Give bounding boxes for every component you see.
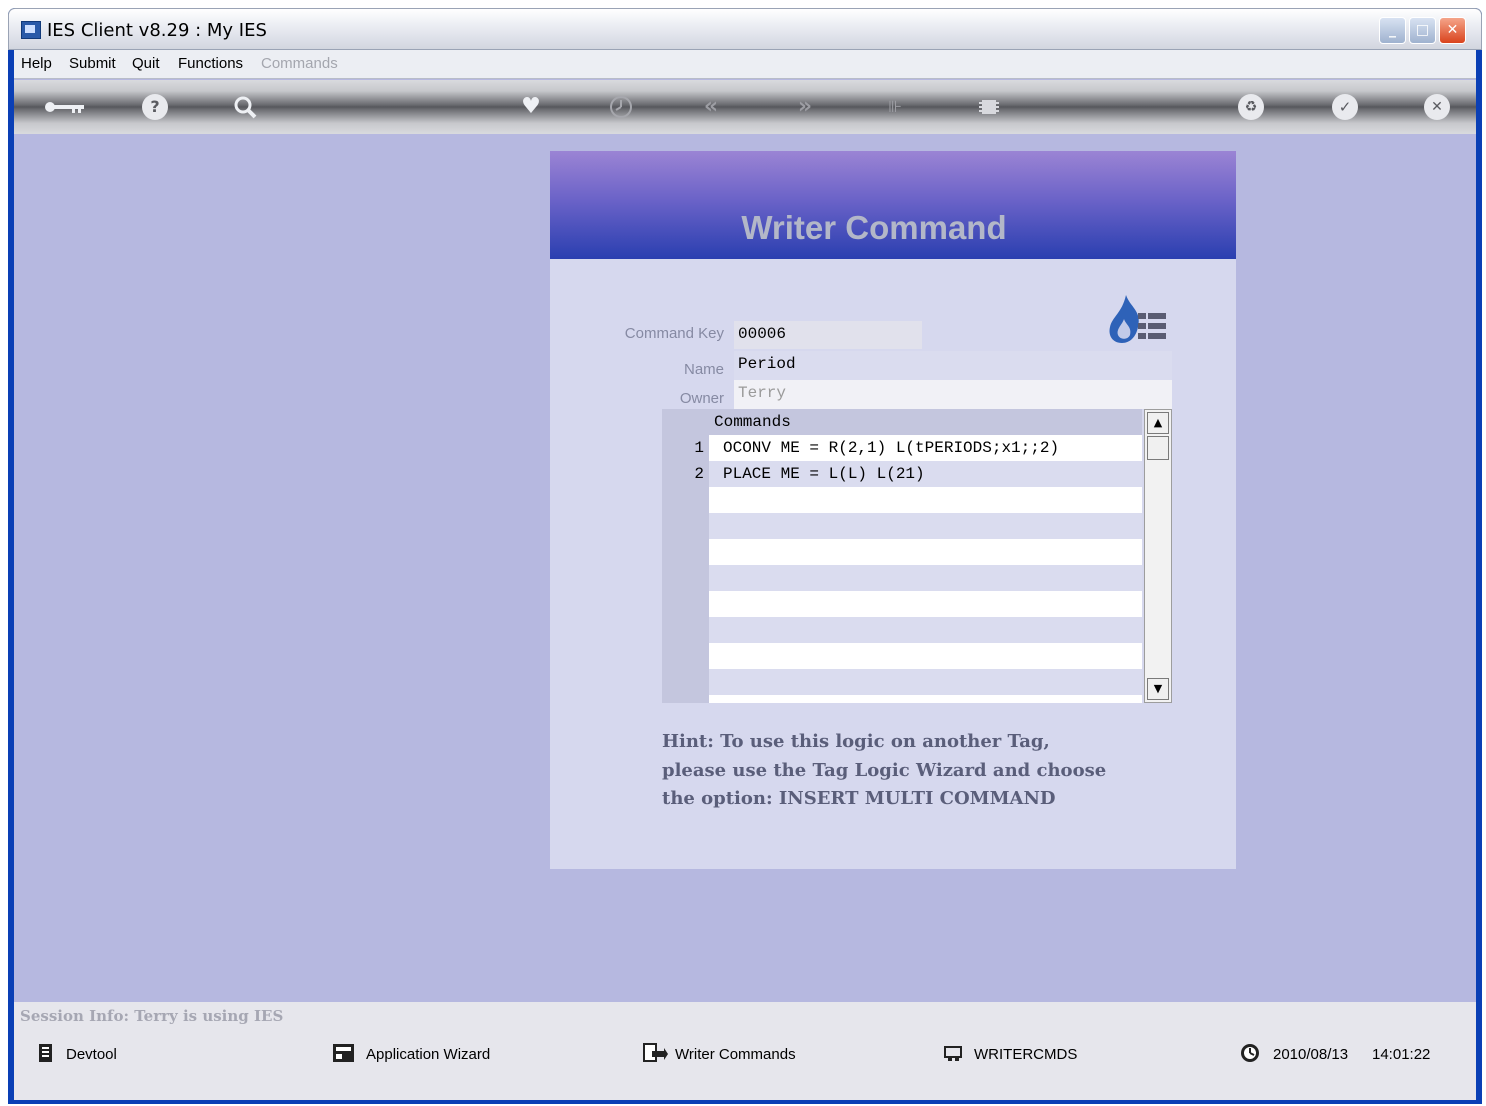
table-row[interactable] [709, 669, 1142, 695]
app-icon [21, 21, 41, 39]
writer-commands-link[interactable]: Writer Commands [675, 1046, 796, 1063]
owner-field[interactable]: Terry [734, 380, 1172, 409]
writercmds-link[interactable]: WRITERCMDS [974, 1046, 1077, 1063]
menu-help[interactable]: Help [21, 55, 52, 72]
commands-scrollbar[interactable]: ▲ ▼ [1144, 409, 1172, 703]
search-icon[interactable] [232, 94, 258, 120]
x-icon[interactable]: ✕ [1424, 94, 1450, 120]
key-icon[interactable] [42, 94, 88, 120]
window-close-button[interactable]: ✕ [1439, 17, 1466, 44]
scroll-thumb[interactable] [1147, 436, 1169, 460]
table-row[interactable]: OCONV ME = R(2,1) L(tPERIODS;x1;;2) [709, 435, 1142, 461]
menu-bar: Help Submit Quit Functions Commands [14, 50, 1476, 79]
heart-icon[interactable]: ♥ [518, 94, 544, 120]
table-row[interactable] [709, 513, 1142, 539]
menu-functions[interactable]: Functions [178, 55, 243, 72]
writercmds-icon[interactable] [942, 1042, 966, 1064]
app-window: IES Client v8.29 : My IES _ □ ✕ Help Sub… [8, 8, 1482, 1104]
session-info: Session Info: Terry is using IES [20, 1007, 284, 1025]
menu-quit[interactable]: Quit [132, 55, 160, 72]
window-title: IES Client v8.29 : My IES [47, 20, 267, 41]
table-row[interactable]: PLACE ME = L(L) L(21) [709, 461, 1142, 487]
application-wizard-link[interactable]: Application Wizard [366, 1046, 490, 1063]
name-field[interactable]: Period [734, 351, 1172, 380]
chip-icon[interactable] [976, 94, 1002, 120]
title-bar[interactable]: IES Client v8.29 : My IES _ □ ✕ [8, 8, 1482, 50]
commands-grid: Commands 1 OCONV ME = R(2,1) L(tPERIODS;… [662, 409, 1172, 703]
owner-label: Owner [679, 390, 724, 407]
maximize-button[interactable]: □ [1409, 17, 1436, 44]
table-row[interactable] [709, 617, 1142, 643]
status-strip: Session Info: Terry is using IES Devtool… [14, 1002, 1476, 1100]
writer-commands-icon[interactable] [642, 1042, 668, 1064]
scroll-up-icon[interactable]: ▲ [1147, 412, 1169, 434]
check-icon[interactable]: ✓ [1332, 94, 1358, 120]
clock-icon[interactable] [608, 94, 634, 120]
status-date: 2010/08/13 [1273, 1046, 1349, 1063]
scroll-down-icon[interactable]: ▼ [1147, 678, 1169, 700]
recycle-icon[interactable]: ♻ [1238, 94, 1264, 120]
table-row[interactable] [709, 591, 1142, 617]
table-row[interactable] [709, 539, 1142, 565]
table-row[interactable] [709, 565, 1142, 591]
dialog-header: Writer Command [550, 151, 1236, 259]
application-wizard-icon[interactable] [332, 1042, 356, 1064]
clock-status-icon [1238, 1042, 1262, 1064]
commands-column-header: Commands [709, 409, 1142, 435]
devtool-link[interactable]: Devtool [66, 1046, 117, 1063]
tools-icon[interactable]: ⊪ [882, 94, 908, 120]
toolbar: ? ♥ « » ⊪ ♻ ✓ ✕ [14, 80, 1476, 134]
row-number: 2 [694, 465, 704, 483]
client-area: Help Submit Quit Functions Commands ? ♥ … [14, 50, 1476, 1100]
command-key-field[interactable]: 00006 [734, 321, 922, 349]
table-row[interactable] [709, 643, 1142, 669]
question-icon[interactable]: ? [142, 94, 168, 120]
command-key-label: Command Key [624, 325, 724, 342]
hint-line-3: the option: INSERT MULTI COMMAND [662, 788, 1056, 809]
table-row[interactable] [709, 487, 1142, 513]
next-button[interactable]: » [792, 94, 818, 120]
minimize-button[interactable]: _ [1379, 17, 1406, 44]
dialog-title: Writer Command [741, 209, 1007, 246]
menu-submit[interactable]: Submit [69, 55, 116, 72]
status-time: 14:01:22 [1372, 1046, 1431, 1063]
table-row[interactable] [709, 695, 1142, 703]
name-label: Name [683, 361, 724, 378]
devtool-icon[interactable] [36, 1042, 56, 1064]
previous-button[interactable]: « [698, 94, 724, 120]
menu-commands: Commands [261, 55, 338, 72]
hint-line-2: please use the Tag Logic Wizard and choo… [662, 760, 1107, 781]
row-number: 1 [694, 439, 704, 457]
writer-command-dialog: Writer Command Command Key 00006 Name Pe… [550, 151, 1236, 869]
brand-flame-icon [1108, 293, 1170, 349]
hint-line-1: Hint: To use this logic on another Tag, [662, 731, 1050, 752]
